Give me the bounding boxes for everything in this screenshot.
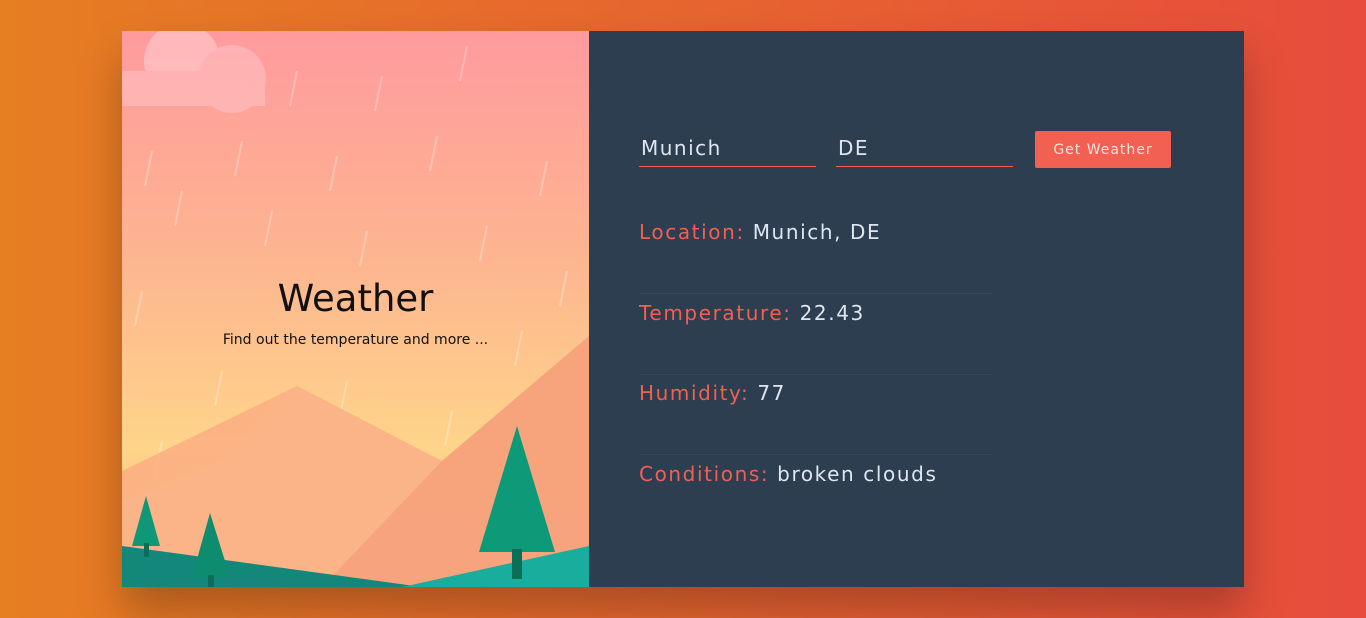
result-value: Munich, DE — [752, 220, 882, 244]
city-input[interactable]: Munich — [639, 131, 816, 167]
result-row-temperature: Temperature: 22.43 — [639, 294, 993, 375]
result-row-humidity: Humidity: 77 — [639, 374, 993, 455]
result-label: Conditions: — [639, 462, 770, 486]
weather-form-panel: Munich DE Get Weather Location: Munich, … — [589, 31, 1244, 587]
result-label: Location: — [639, 220, 745, 244]
result-value: broken clouds — [777, 462, 938, 486]
result-row-conditions: Conditions: broken clouds — [639, 455, 993, 536]
get-weather-button[interactable]: Get Weather — [1035, 131, 1171, 168]
cloud-icon — [122, 31, 266, 113]
result-value: 22.43 — [799, 301, 865, 325]
result-label: Humidity: — [639, 381, 750, 405]
weather-card: Weather Find out the temperature and mor… — [122, 31, 1244, 587]
country-input[interactable]: DE — [836, 131, 1013, 167]
page-title: Weather — [277, 277, 434, 320]
result-row-location: Location: Munich, DE — [639, 213, 993, 294]
result-label: Temperature: — [639, 301, 792, 325]
illustration-panel: Weather Find out the temperature and mor… — [122, 31, 589, 587]
hero-section: Weather Find out the temperature and mor… — [122, 276, 589, 348]
result-value: 77 — [757, 381, 786, 405]
page-subtitle: Find out the temperature and more ... — [222, 332, 489, 348]
